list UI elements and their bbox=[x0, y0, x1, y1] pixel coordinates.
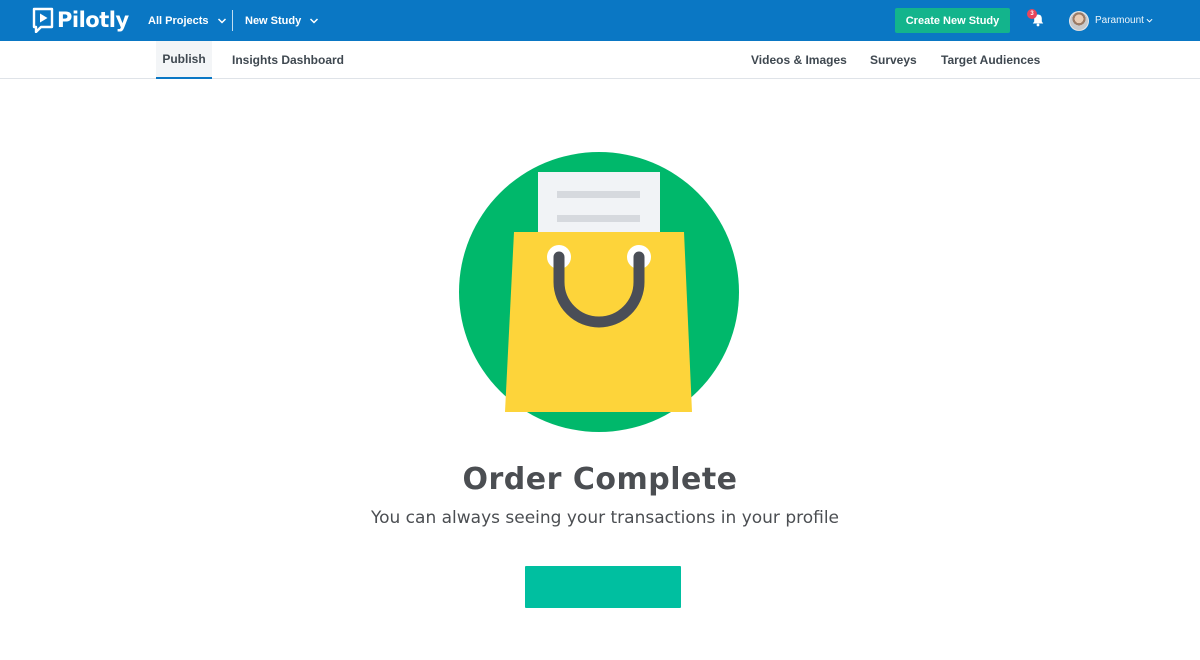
logo-play-icon bbox=[32, 7, 54, 33]
nav-divider bbox=[232, 10, 233, 31]
notifications-button[interactable]: 3 bbox=[1027, 9, 1046, 28]
tab-surveys[interactable]: Surveys bbox=[870, 41, 917, 79]
order-complete-subtitle: You can always seeing your transactions … bbox=[370, 508, 840, 528]
tab-target-audiences[interactable]: Target Audiences bbox=[941, 41, 1040, 79]
new-study-dropdown[interactable]: New Study bbox=[245, 0, 319, 41]
avatar bbox=[1069, 10, 1089, 31]
user-name: Paramount bbox=[1095, 15, 1144, 26]
order-complete-title: Order Complete bbox=[462, 462, 738, 497]
tab-insights-dashboard[interactable]: Insights Dashboard bbox=[232, 41, 344, 79]
receipt-line bbox=[557, 191, 640, 198]
pilotly-logo[interactable]: Pilotly bbox=[32, 7, 129, 33]
receipt-line bbox=[557, 215, 640, 222]
new-study-label: New Study bbox=[245, 14, 302, 27]
all-projects-label: All Projects bbox=[148, 14, 209, 27]
notification-count-badge: 3 bbox=[1027, 9, 1037, 19]
chevron-down-icon bbox=[217, 17, 226, 24]
logo-text: Pilotly bbox=[57, 8, 129, 32]
tab-publish[interactable]: Publish bbox=[156, 41, 212, 79]
secondary-navigation: Publish Insights Dashboard Videos & Imag… bbox=[0, 41, 1200, 79]
tab-videos-images[interactable]: Videos & Images bbox=[751, 41, 847, 79]
top-navigation-bar: Pilotly All Projects New Study Create Ne… bbox=[0, 0, 1200, 41]
chevron-down-icon bbox=[310, 17, 319, 24]
continue-button[interactable] bbox=[525, 566, 681, 608]
chevron-down-icon bbox=[1146, 18, 1153, 23]
user-menu[interactable]: Paramount bbox=[1069, 0, 1153, 41]
shopping-bag-icon bbox=[459, 152, 739, 432]
create-new-study-button[interactable]: Create New Study bbox=[895, 8, 1010, 33]
all-projects-dropdown[interactable]: All Projects bbox=[148, 0, 227, 41]
